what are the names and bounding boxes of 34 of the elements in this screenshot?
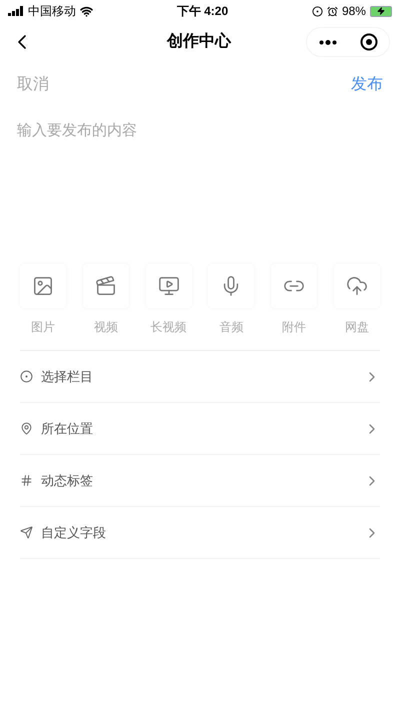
option-row[interactable]: 选择栏目 [20, 351, 380, 403]
media-option[interactable]: 音频 [206, 264, 256, 336]
option-row[interactable]: 动态标签 [20, 455, 380, 507]
signal-icon [8, 6, 24, 16]
cancel-button[interactable]: 取消 [17, 73, 49, 97]
video-icon [94, 275, 117, 297]
carrier-name: 中国移动 [28, 3, 76, 20]
option-row[interactable]: 所在位置 [20, 403, 380, 455]
status-time: 下午 4:20 [176, 3, 228, 20]
option-label: 自定义字段 [41, 524, 107, 542]
alarm-icon [326, 6, 338, 16]
option-label: 所在位置 [41, 420, 94, 438]
content-field[interactable]: 输入要发布的内容 [17, 120, 383, 260]
page-title: 创作中心 [167, 31, 231, 52]
close-target-icon[interactable] [360, 33, 378, 51]
media-option[interactable]: 附件 [269, 264, 320, 336]
battery-icon [370, 6, 392, 16]
media-option[interactable]: 视频 [80, 264, 131, 336]
media-option[interactable]: 网盘 [332, 264, 382, 336]
media-option[interactable]: 长视频 [144, 264, 194, 336]
option-label: 动态标签 [41, 472, 94, 490]
publish-button[interactable]: 发布 [351, 73, 383, 97]
cloud-upload-icon [346, 275, 368, 297]
location-pin-icon [20, 422, 33, 435]
media-option[interactable]: 图片 [18, 264, 68, 336]
wifi-icon [80, 4, 93, 18]
hash-icon [20, 474, 33, 487]
more-icon[interactable] [318, 40, 336, 44]
battery-percent: 98% [342, 3, 366, 20]
option-row[interactable]: 自定义字段 [20, 507, 380, 559]
navigation-arrow-icon [20, 526, 33, 539]
picture-icon [32, 275, 54, 297]
option-label: 选择栏目 [41, 368, 94, 386]
circle-dot-icon [20, 370, 33, 383]
